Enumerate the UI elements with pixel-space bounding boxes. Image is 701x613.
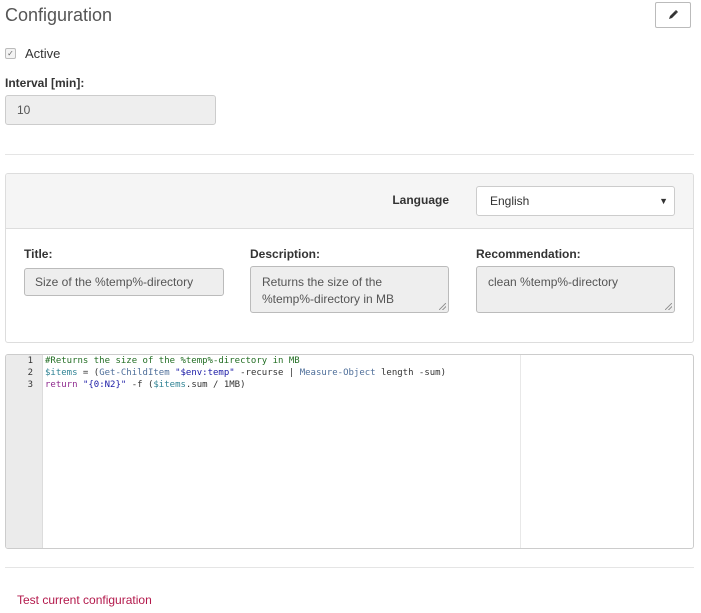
code-editor[interactable]: 1 2 3 #Returns the size of the %temp%-di…	[5, 354, 694, 549]
code-line[interactable]: return "{0:N2}" -f ($items.sum / 1MB)	[45, 379, 246, 391]
code-token: .sum / 1MB)	[185, 380, 246, 390]
code-line[interactable]: $items = (Get-ChildItem "$env:temp" -rec…	[45, 367, 446, 379]
code-line[interactable]: #Returns the size of the %temp%-director…	[45, 355, 300, 367]
line-number: 3	[27, 380, 33, 390]
code-token: return	[45, 380, 78, 390]
code-token: $items	[45, 368, 78, 378]
line-number: 2	[27, 368, 33, 378]
language-select[interactable]: English ▼	[476, 186, 675, 216]
line-number: 1	[27, 356, 33, 366]
test-configuration-link[interactable]: Test current configuration	[17, 593, 152, 607]
code-token: #Returns the size of the %temp%-director…	[45, 356, 300, 366]
active-toggle[interactable]: ✓ Active	[5, 46, 60, 61]
edit-button[interactable]	[655, 2, 691, 28]
recommendation-textarea[interactable]: clean %temp%-directory	[476, 266, 675, 313]
title-value: Size of the %temp%-directory	[35, 275, 194, 289]
description-label: Description:	[250, 247, 321, 261]
title-input[interactable]: Size of the %temp%-directory	[24, 268, 224, 296]
code-token: length -sum)	[375, 368, 447, 378]
resize-handle-icon[interactable]	[439, 303, 446, 310]
title-label: Title:	[24, 247, 53, 261]
active-checkbox[interactable]: ✓	[5, 48, 16, 59]
divider	[5, 567, 694, 568]
code-token: "$env:temp"	[175, 368, 235, 378]
recommendation-label: Recommendation:	[476, 247, 581, 261]
description-value: Returns the size of the %temp%-directory…	[262, 275, 395, 306]
code-token: "{0:N2}"	[82, 380, 127, 390]
page-title: Configuration	[5, 5, 113, 25]
pencil-icon	[669, 10, 678, 19]
code-token: Get-ChildItem	[99, 368, 170, 378]
code-token: -f (	[126, 380, 154, 390]
language-selected-value: English	[490, 194, 530, 208]
interval-input[interactable]: 10	[5, 95, 216, 125]
recommendation-value: clean %temp%-directory	[488, 275, 619, 289]
resize-handle-icon[interactable]	[665, 303, 672, 310]
localization-panel: Language English ▼ Title: Size of the %t…	[5, 173, 694, 343]
code-token: $items	[153, 380, 186, 390]
active-label: Active	[25, 46, 61, 61]
code-token: -recurse |	[234, 368, 300, 378]
interval-label: Interval [min]:	[5, 76, 85, 90]
code-token: Measure-Object	[299, 368, 376, 378]
divider	[5, 154, 694, 155]
caret-down-icon: ▼	[659, 196, 668, 206]
line-number-gutter: 1 2 3	[6, 355, 43, 548]
language-label: Language	[392, 193, 449, 207]
print-margin	[520, 355, 521, 548]
code-token: = (	[77, 368, 100, 378]
description-textarea[interactable]: Returns the size of the %temp%-directory…	[250, 266, 449, 313]
